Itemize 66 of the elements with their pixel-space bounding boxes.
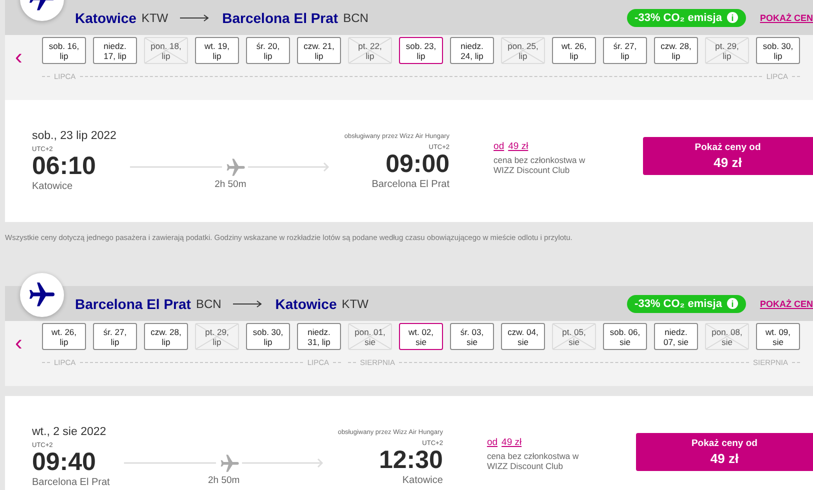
date-button[interactable]: wt. 09, sie [756, 323, 800, 350]
departure-city: Katowice [32, 181, 73, 192]
date-button[interactable]: wt. 19, lip [195, 37, 239, 64]
co2-badge: -33% CO₂ emisja i [626, 8, 746, 26]
date-button[interactable]: czw. 28, lip [144, 323, 188, 350]
date-button[interactable]: pon. 01, sie [348, 323, 392, 350]
flight-duration: 2h 50m [214, 178, 246, 190]
city-name: Barcelona El Prat [222, 10, 338, 26]
show-prices-button[interactable]: Pokaż ceny od 49 zł [636, 433, 813, 471]
date-button[interactable]: pt. 29, lip [705, 37, 749, 64]
flight-duration: 2h 50m [208, 474, 240, 486]
from-link[interactable]: od [486, 437, 498, 448]
date-button[interactable]: czw. 28, lip [654, 37, 698, 64]
airport-code: BCN [196, 296, 222, 310]
arrow-icon [233, 300, 264, 308]
date-button[interactable]: śr. 27, lip [93, 323, 137, 350]
date-button[interactable]: pon. 08, sie [705, 323, 749, 350]
arrival-time: 09:00 [386, 150, 450, 176]
date-button[interactable]: sob. 30, lip [246, 323, 290, 350]
city-name: Barcelona El Prat [75, 296, 191, 312]
date-button[interactable]: pt. 29, lip [195, 323, 239, 350]
city-name: Katowice [275, 296, 337, 312]
co2-badge: -33% CO₂ emisja i [626, 294, 746, 312]
price-link[interactable]: 49 zł [508, 141, 528, 152]
date-button[interactable]: pt. 22, lip [348, 37, 392, 64]
date-button[interactable]: czw. 04, sie [501, 323, 545, 350]
date-button[interactable]: śr. 20, lip [246, 37, 290, 64]
price-note: cena bez członkostwa w WIZZ Discount Club [486, 451, 580, 471]
date-button[interactable]: niedz. 17, lip [93, 37, 137, 64]
date-button[interactable]: wt. 26, lip [552, 37, 596, 64]
date-button[interactable]: pt. 05, sie [552, 323, 596, 350]
flight-date: sob., 23 lip 2022 [32, 130, 116, 142]
date-button[interactable]: sob. 16, lip [42, 37, 86, 64]
date-button[interactable]: wt. 02, sie [399, 323, 443, 350]
airport-code: KTW [141, 10, 168, 24]
date-button[interactable]: śr. 27, lip [603, 37, 647, 64]
date-button[interactable]: sob. 30, lip [756, 37, 800, 64]
price-note: cena bez członkostwa w WIZZ Discount Club [494, 155, 586, 175]
city-name: Katowice [75, 10, 136, 26]
date-button[interactable]: sob. 06, sie [603, 323, 647, 350]
from-link[interactable]: od [494, 141, 504, 152]
show-prices-link[interactable]: POKAŻ CEN [760, 298, 813, 308]
date-button[interactable]: niedz. 31, lip [297, 323, 341, 350]
date-button[interactable]: sob. 23, lip [399, 37, 443, 64]
show-prices-link[interactable]: POKAŻ CEN [760, 12, 813, 22]
arrival-city: Barcelona El Prat [372, 178, 450, 190]
airport-code: KTW [342, 296, 368, 310]
date-button[interactable]: wt. 26, lip [42, 323, 86, 350]
date-button[interactable]: pon. 18, lip [144, 37, 188, 64]
date-button[interactable]: śr. 03, sie [450, 323, 494, 350]
airport-code: BCN [343, 10, 368, 24]
arrival-city: Katowice [402, 474, 443, 486]
date-button[interactable]: czw. 21, lip [297, 37, 341, 64]
previous-button[interactable]: ‹ [5, 330, 42, 360]
show-prices-button[interactable]: Pokaż ceny od 49 zł [642, 137, 813, 175]
date-button[interactable]: pon. 25, lip [501, 37, 545, 64]
departure-city: Barcelona El Prat [32, 477, 110, 488]
arrow-icon [180, 14, 210, 22]
arrival-time: 12:30 [379, 446, 443, 472]
price-link[interactable]: 49 zł [502, 437, 522, 448]
previous-button[interactable]: ‹ [5, 44, 42, 74]
flight-date: wt., 2 sie 2022 [32, 426, 106, 438]
date-button[interactable]: niedz. 07, sie [654, 323, 698, 350]
date-button[interactable]: niedz. 24, lip [450, 37, 494, 64]
departure-time: 06:10 [32, 153, 96, 179]
departure-time: 09:40 [32, 449, 96, 475]
